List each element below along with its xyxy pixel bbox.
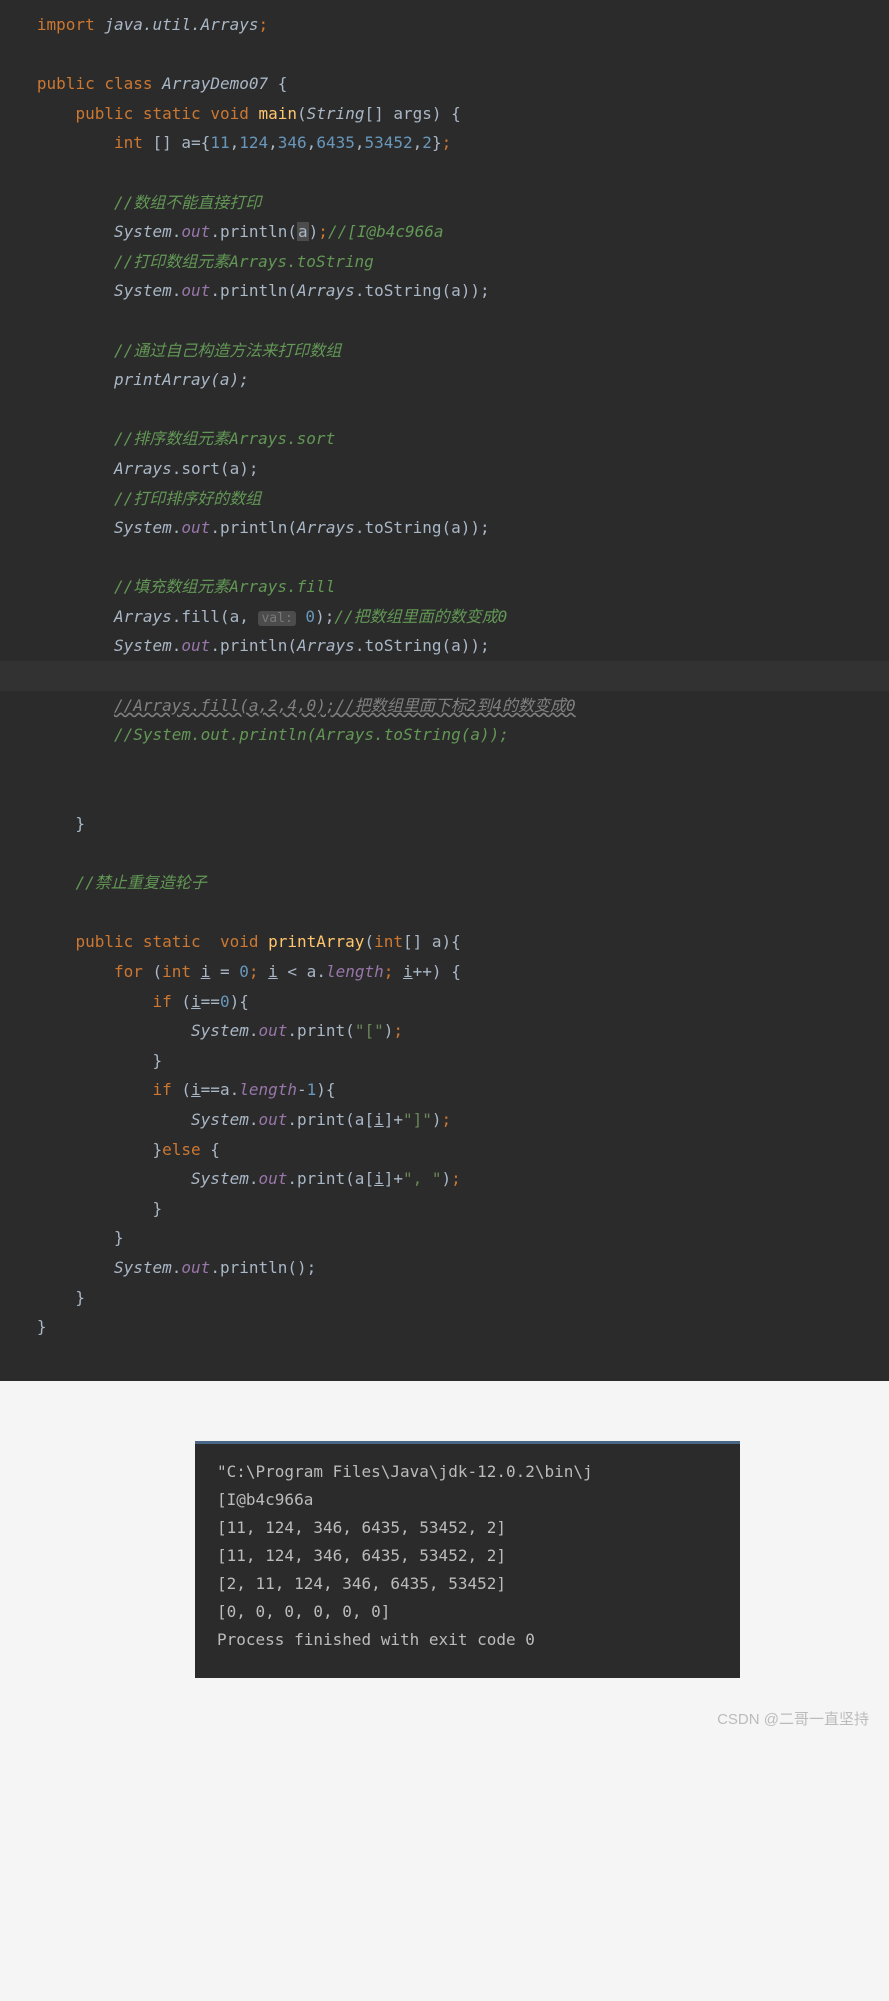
- code-line: //填充数组元素Arrays.fill: [8, 572, 881, 602]
- code-line: System.out.print(a[i]+"]");: [8, 1105, 881, 1135]
- code-line: [8, 839, 881, 869]
- code-line: //打印数组元素Arrays.toString: [8, 247, 881, 277]
- console-line: [2, 11, 124, 346, 6435, 53452]: [217, 1570, 718, 1598]
- code-line: for (int i = 0; i < a.length; i++) {: [8, 957, 881, 987]
- code-line: //数组不能直接打印: [8, 188, 881, 218]
- code-line: [8, 543, 881, 573]
- code-line: }: [8, 1046, 881, 1076]
- console-line: "C:\Program Files\Java\jdk-12.0.2\bin\j: [217, 1458, 718, 1486]
- code-line: //打印排序好的数组: [8, 484, 881, 514]
- code-line: //禁止重复造轮子: [8, 868, 881, 898]
- code-line: //通过自己构造方法来打印数组: [8, 336, 881, 366]
- code-line: }: [8, 809, 881, 839]
- code-line: public static void main(String[] args) {: [8, 99, 881, 129]
- code-line: [8, 158, 881, 188]
- code-line: }: [8, 1312, 881, 1342]
- code-line: Arrays.fill(a, val: 0);//把数组里面的数变成0: [8, 602, 881, 632]
- code-line: [8, 750, 881, 780]
- code-line: [8, 306, 881, 336]
- code-line: [0, 661, 889, 691]
- code-line: [8, 395, 881, 425]
- code-line: //Arrays.fill(a,2,4,0);//把数组里面下标2到4的数变成0: [8, 691, 881, 721]
- code-line: System.out.println(Arrays.toString(a));: [8, 513, 881, 543]
- console-line: Process finished with exit code 0: [217, 1626, 718, 1654]
- console-output: "C:\Program Files\Java\jdk-12.0.2\bin\j …: [195, 1441, 740, 1678]
- console-line: [I@b4c966a: [217, 1486, 718, 1514]
- code-line: }: [8, 1283, 881, 1313]
- code-line: [8, 1342, 881, 1372]
- code-line: if (i==0){: [8, 987, 881, 1017]
- code-line: System.out.println();: [8, 1253, 881, 1283]
- code-line: System.out.println(Arrays.toString(a));: [8, 631, 881, 661]
- code-line: [8, 779, 881, 809]
- code-line: if (i==a.length-1){: [8, 1075, 881, 1105]
- code-editor[interactable]: import java.util.Arrays; public class Ar…: [0, 0, 889, 1381]
- code-line: [8, 40, 881, 70]
- console-line: [11, 124, 346, 6435, 53452, 2]: [217, 1514, 718, 1542]
- code-line: [8, 898, 881, 928]
- code-line: System.out.println(a);//[I@b4c966a: [8, 217, 881, 247]
- console-line: [11, 124, 346, 6435, 53452, 2]: [217, 1542, 718, 1570]
- code-line: System.out.print("[");: [8, 1016, 881, 1046]
- code-line: }: [8, 1194, 881, 1224]
- code-line: printArray(a);: [8, 365, 881, 395]
- code-line: //System.out.println(Arrays.toString(a))…: [8, 720, 881, 750]
- code-line: import java.util.Arrays;: [8, 10, 881, 40]
- code-line: //排序数组元素Arrays.sort: [8, 424, 881, 454]
- code-line: public class ArrayDemo07 {: [8, 69, 881, 99]
- code-line: Arrays.sort(a);: [8, 454, 881, 484]
- watermark: CSDN @二哥一直坚持: [0, 1678, 889, 1749]
- code-line: System.out.println(Arrays.toString(a));: [8, 276, 881, 306]
- code-line: int [] a={11,124,346,6435,53452,2};: [8, 128, 881, 158]
- code-line: System.out.print(a[i]+", ");: [8, 1164, 881, 1194]
- code-line: }else {: [8, 1135, 881, 1165]
- console-line: [0, 0, 0, 0, 0, 0]: [217, 1598, 718, 1626]
- code-line: public static void printArray(int[] a){: [8, 927, 881, 957]
- code-line: }: [8, 1223, 881, 1253]
